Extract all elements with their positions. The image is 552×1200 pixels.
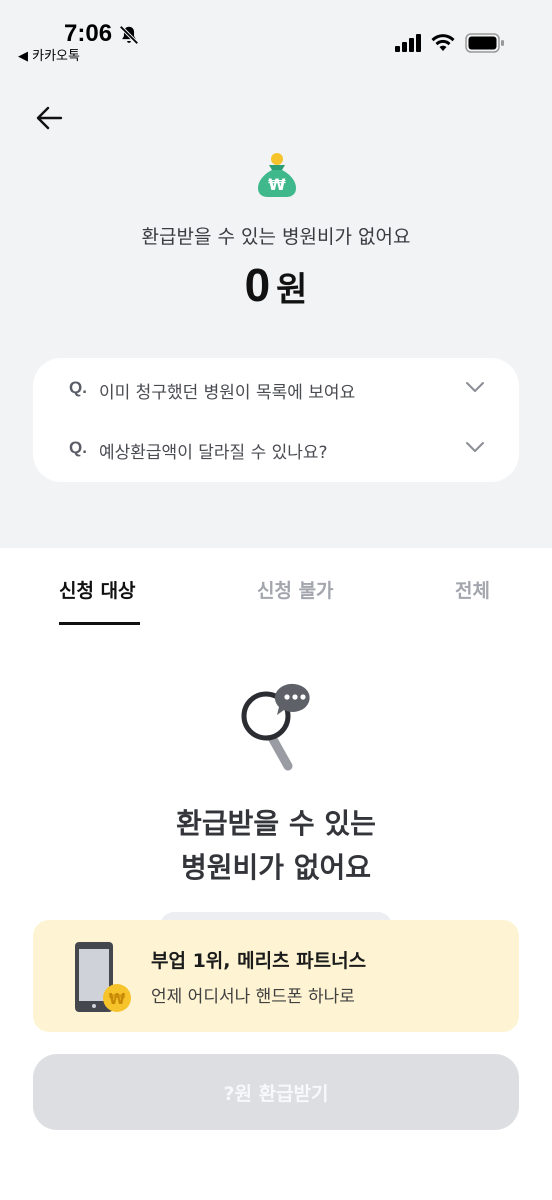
- svg-text:₩: ₩: [109, 990, 126, 1008]
- active-tab-indicator: [59, 622, 140, 625]
- signal-icon: [395, 34, 421, 52]
- tab-eligible[interactable]: 신청 대상: [59, 576, 136, 603]
- promo-title: 부업 1위, 메리츠 파트너스: [151, 950, 367, 972]
- promo-banner[interactable]: ₩ 부업 1위, 메리츠 파트너스 언제 어디서나 핸드폰 하나로: [33, 920, 519, 1032]
- money-bag-icon: ₩: [258, 153, 296, 197]
- empty-state-line2: 병원비가 없어요: [180, 851, 372, 884]
- bell-slash-icon: [119, 25, 139, 45]
- faq-question: 이미 청구했던 병원이 목록에 보여요: [99, 383, 356, 403]
- refund-amount-value: 0: [244, 259, 271, 311]
- faq-q-label: Q.: [69, 378, 87, 397]
- battery-icon: [465, 33, 504, 53]
- chevron-down-icon: [466, 442, 484, 452]
- tab-all[interactable]: 전체: [455, 576, 490, 603]
- search-chat-icon: [241, 683, 310, 771]
- refund-amount: 0원: [0, 258, 552, 312]
- faq-card: Q. 이미 청구했던 병원이 목록에 보여요 Q. 예상환급액이 달라질 수 있…: [33, 358, 519, 482]
- refund-amount-unit: 원: [276, 270, 308, 310]
- tab-ineligible[interactable]: 신청 불가: [257, 576, 334, 603]
- faq-item-already-claimed[interactable]: Q. 이미 청구했던 병원이 목록에 보여요: [33, 364, 519, 414]
- tab-bar: 신청 대상 신청 불가 전체: [0, 548, 552, 628]
- refund-headline: 환급받을 수 있는 병원비가 없어요: [141, 226, 411, 248]
- chevron-down-icon: [466, 382, 484, 392]
- back-arrow-icon[interactable]: [34, 103, 64, 133]
- status-time: 7:06: [64, 20, 113, 47]
- faq-question: 예상환급액이 달라질 수 있나요?: [99, 443, 328, 463]
- faq-item-estimate-varies[interactable]: Q. 예상환급액이 달라질 수 있나요?: [33, 424, 519, 474]
- phone-coin-icon: ₩: [75, 942, 131, 1012]
- svg-text:₩: ₩: [268, 175, 286, 194]
- top-section: 7:06 ◀ 카카오톡 ₩ 환급받을 수 있는 병원비가 없어요 0 원 Q. …: [0, 0, 552, 548]
- status-bar: 7:06 ◀ 카카오톡: [0, 0, 552, 84]
- faq-q-label: Q.: [69, 438, 87, 457]
- empty-state-line1: 환급받을 수 있는: [176, 807, 376, 840]
- wifi-icon: [431, 34, 455, 51]
- claim-refund-button[interactable]: ?원 환급받기: [33, 1054, 519, 1130]
- empty-state-message: 환급받을 수 있는 병원비가 없어요: [0, 802, 552, 890]
- back-to-app-link[interactable]: ◀ 카카오톡: [18, 45, 80, 64]
- promo-subtitle: 언제 어디서나 핸드폰 하나로: [151, 987, 355, 1007]
